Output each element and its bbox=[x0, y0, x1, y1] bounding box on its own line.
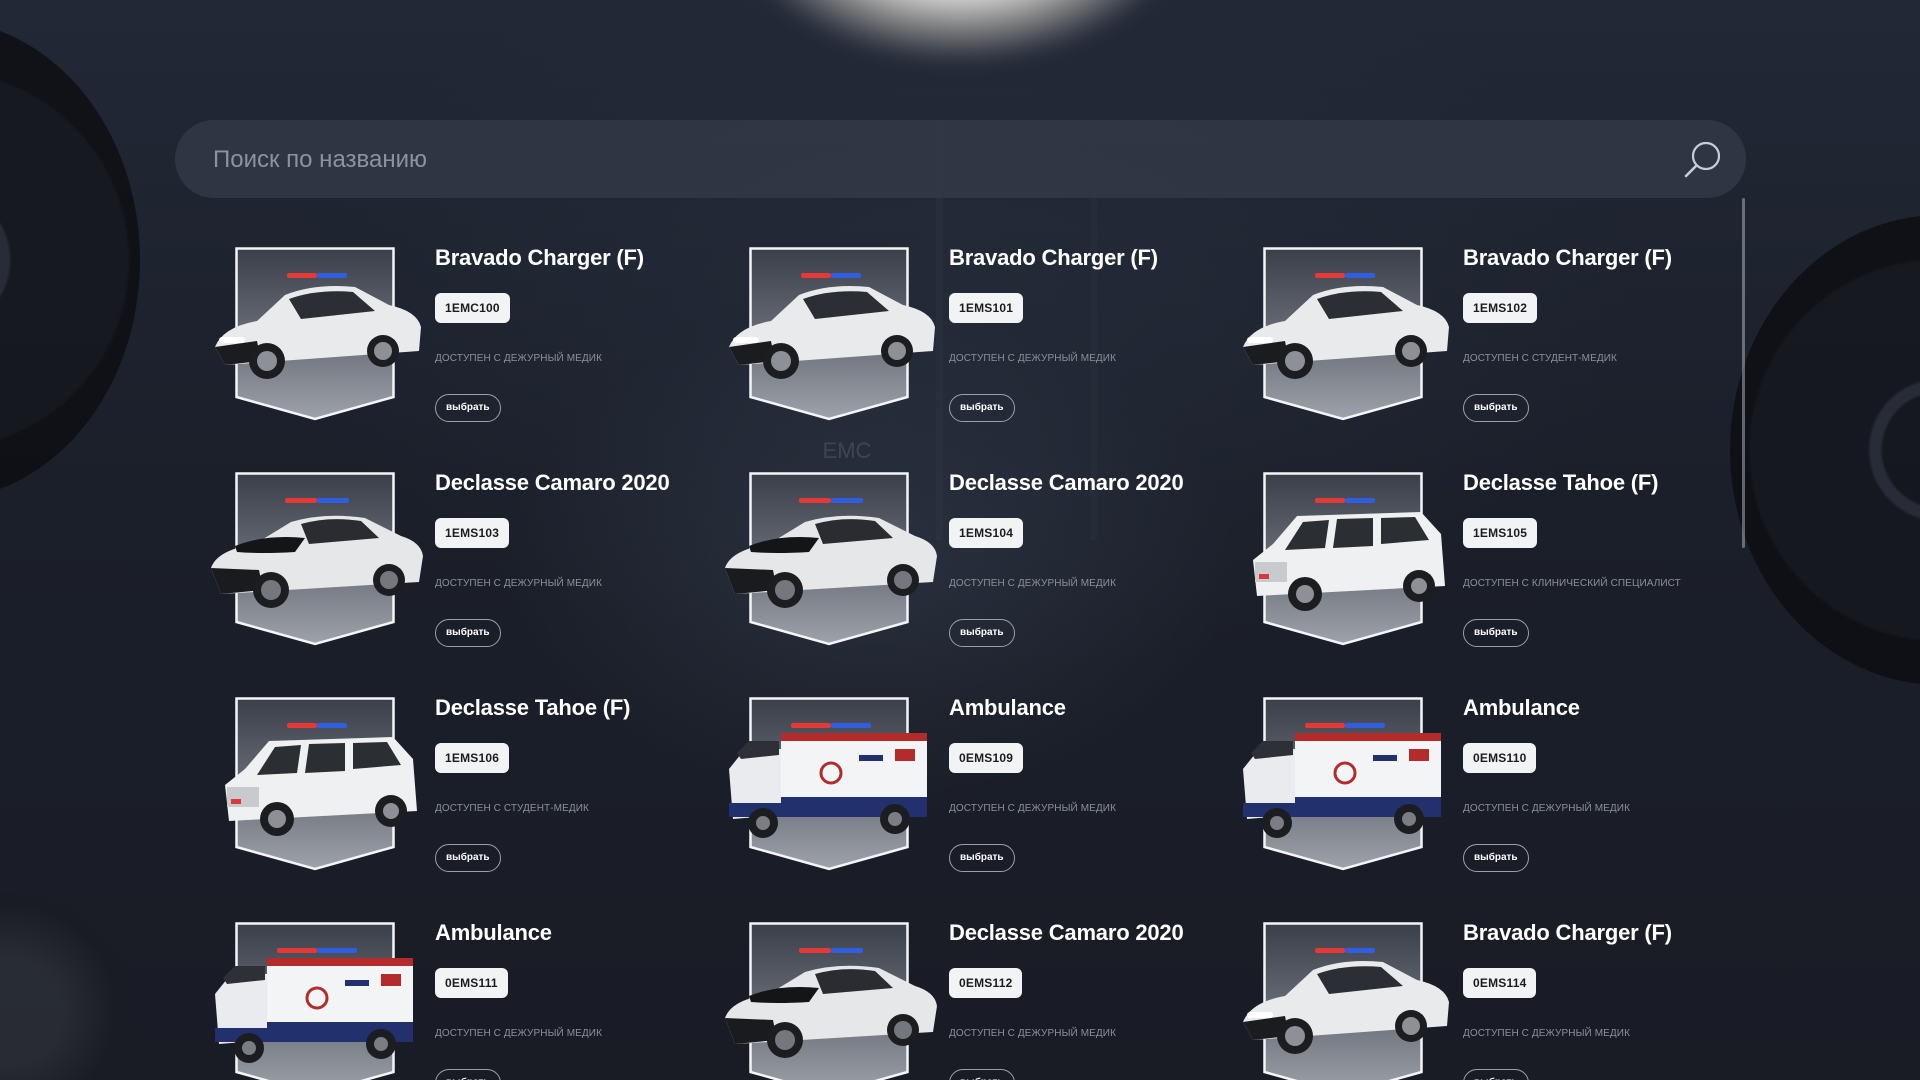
vehicle-card: Declasse Camaro 2020 0EMS112 доступен с де… bbox=[719, 920, 1189, 1080]
background-wheel-top bbox=[730, 0, 1190, 60]
select-vehicle-button[interactable]: выбрать bbox=[949, 619, 1015, 647]
vehicle-plate-badge: 1EMC100 bbox=[435, 293, 510, 323]
select-vehicle-button[interactable]: выбрать bbox=[435, 619, 501, 647]
vehicle-access-requirement: доступен с дежурный медик bbox=[1463, 1028, 1631, 1039]
vehicle-plate-badge: 1EMS105 bbox=[1463, 518, 1538, 548]
select-vehicle-button[interactable]: выбрать bbox=[949, 844, 1015, 872]
vehicle-garage-screen: ЕМС Автопарк Bravado Charger (F)1EMC100д… bbox=[0, 0, 1920, 1080]
background-wheel-right bbox=[1730, 215, 1920, 685]
vehicle-card: Ambulance 0EMS110 доступен с дежурный меди… bbox=[1233, 695, 1703, 895]
vehicle-name: Bravado Charger (F) bbox=[1463, 245, 1672, 270]
vehicle-access-requirement: доступен с дежурный медик bbox=[1463, 803, 1631, 814]
search-bar bbox=[175, 120, 1746, 200]
vehicle-plate-badge: 0EMS114 bbox=[1463, 968, 1537, 998]
vehicle-card-image bbox=[1233, 695, 1453, 873]
vehicle-sedan-image bbox=[215, 273, 421, 379]
vehicle-card-image bbox=[719, 695, 939, 873]
vehicle-coupe-image bbox=[211, 498, 423, 608]
select-vehicle-button[interactable]: выбрать bbox=[435, 394, 501, 422]
vehicle-access-requirement: доступен с дежурный медик bbox=[949, 803, 1117, 814]
vehicle-access-requirement: доступен с дежурный медик bbox=[949, 578, 1117, 589]
select-vehicle-button[interactable]: выбрать bbox=[435, 1069, 501, 1080]
select-vehicle-button[interactable]: выбрать bbox=[1463, 844, 1529, 872]
vehicle-card-image bbox=[205, 920, 425, 1080]
vehicle-card-image bbox=[719, 470, 939, 648]
vehicle-access-requirement: доступен с дежурный медик bbox=[435, 578, 603, 589]
vehicle-access-requirement: доступен с дежурный медик bbox=[435, 1028, 603, 1039]
vehicle-card: Declasse Camaro 2020 1EMS103 доступен с де… bbox=[205, 470, 675, 670]
select-vehicle-button[interactable]: выбрать bbox=[435, 844, 501, 872]
vehicle-sedan-image bbox=[1243, 948, 1449, 1054]
vehicle-sedan-image bbox=[1243, 273, 1449, 379]
vehicle-card: Bravado Charger (F) 1EMC100 доступен с деж… bbox=[205, 245, 675, 445]
select-vehicle-button[interactable]: выбрать bbox=[1463, 1069, 1529, 1080]
vehicle-sedan-image bbox=[729, 273, 935, 379]
vehicle-name: Bravado Charger (F) bbox=[949, 245, 1158, 270]
vehicle-card: Declasse Tahoe (F) 1EMS105 доступен с клин… bbox=[1233, 470, 1703, 670]
vehicle-name: Declasse Tahoe (F) bbox=[435, 695, 631, 720]
vehicle-ambulance-image bbox=[1243, 723, 1441, 838]
vehicle-card-image bbox=[205, 470, 425, 648]
vehicle-card-image bbox=[719, 245, 939, 423]
vehicle-card: Ambulance 0EMS109 доступен с дежурный меди… bbox=[719, 695, 1189, 895]
vehicle-plate-badge: 0EMS111 bbox=[435, 968, 508, 998]
vehicle-card-image bbox=[1233, 920, 1453, 1080]
vehicle-suv-image bbox=[1253, 498, 1445, 611]
vehicle-access-requirement: доступен с дежурный медик bbox=[435, 353, 603, 364]
vehicle-plate-badge: 1EMS104 bbox=[949, 518, 1024, 548]
background-wheel-left bbox=[0, 20, 140, 500]
vehicle-name: Declasse Camaro 2020 bbox=[949, 470, 1184, 495]
vehicle-card-image bbox=[1233, 245, 1453, 423]
vehicle-coupe-image bbox=[725, 948, 937, 1058]
vehicle-card: Bravado Charger (F) 1EMS102 доступен с сту… bbox=[1233, 245, 1703, 445]
vehicle-card: Declasse Tahoe (F) 1EMS106 доступен с студ… bbox=[205, 695, 675, 895]
select-vehicle-button[interactable]: выбрать bbox=[949, 394, 1015, 422]
vehicle-plate-badge: 1EMS102 bbox=[1463, 293, 1538, 323]
vehicle-plate-badge: 1EMS103 bbox=[435, 518, 510, 548]
vehicle-suv-image bbox=[225, 723, 417, 836]
vehicle-name: Declasse Camaro 2020 bbox=[949, 920, 1184, 945]
vehicle-name: Declasse Tahoe (F) bbox=[1463, 470, 1659, 495]
vehicle-card-image bbox=[205, 695, 425, 873]
vehicle-ambulance-image bbox=[215, 948, 413, 1063]
vehicle-coupe-image bbox=[725, 498, 937, 608]
search-input[interactable] bbox=[211, 120, 1615, 200]
scrollbar-thumb[interactable] bbox=[1742, 198, 1745, 548]
vehicle-access-requirement: доступен с дежурный медик bbox=[949, 353, 1117, 364]
vehicle-name: Bravado Charger (F) bbox=[435, 245, 644, 270]
select-vehicle-button[interactable]: выбрать bbox=[1463, 619, 1529, 647]
vehicle-name: Bravado Charger (F) bbox=[1463, 920, 1672, 945]
select-vehicle-button[interactable]: выбрать bbox=[1463, 394, 1529, 422]
vehicle-name: Ambulance bbox=[949, 695, 1066, 720]
background-wheel-bottom-left bbox=[0, 890, 140, 1080]
vehicle-card-image bbox=[205, 245, 425, 423]
vehicle-name: Ambulance bbox=[435, 920, 552, 945]
vehicle-card-image bbox=[719, 920, 939, 1080]
vehicle-plate-badge: 0EMS110 bbox=[1463, 743, 1537, 773]
vehicle-card: Bravado Charger (F) 1EMS101 доступен с деж… bbox=[719, 245, 1189, 445]
vehicle-card: Declasse Camaro 2020 1EMS104 доступен с де… bbox=[719, 470, 1189, 670]
vehicle-access-requirement: доступен с студент-медик bbox=[1463, 353, 1617, 364]
vehicle-name: Ambulance bbox=[1463, 695, 1580, 720]
vehicle-card: Ambulance 0EMS111 доступен с дежурный меди… bbox=[205, 920, 675, 1080]
vehicle-card-image bbox=[1233, 470, 1453, 648]
vehicle-plate-badge: 0EMS109 bbox=[949, 743, 1024, 773]
vehicle-access-requirement: доступен с клинический специалист bbox=[1463, 578, 1681, 589]
vehicle-plate-badge: 1EMS106 bbox=[435, 743, 510, 773]
search-icon[interactable] bbox=[1683, 140, 1723, 180]
vehicle-plate-badge: 0EMS112 bbox=[949, 968, 1023, 998]
vehicle-name: Declasse Camaro 2020 bbox=[435, 470, 670, 495]
vehicle-card: Bravado Charger (F) 0EMS114 доступен с деж… bbox=[1233, 920, 1703, 1080]
vehicle-access-requirement: доступен с дежурный медик bbox=[949, 1028, 1117, 1039]
select-vehicle-button[interactable]: выбрать bbox=[949, 1069, 1015, 1080]
vehicle-ambulance-image bbox=[729, 723, 927, 838]
vehicle-access-requirement: доступен с студент-медик bbox=[435, 803, 589, 814]
vehicle-plate-badge: 1EMS101 bbox=[949, 293, 1024, 323]
